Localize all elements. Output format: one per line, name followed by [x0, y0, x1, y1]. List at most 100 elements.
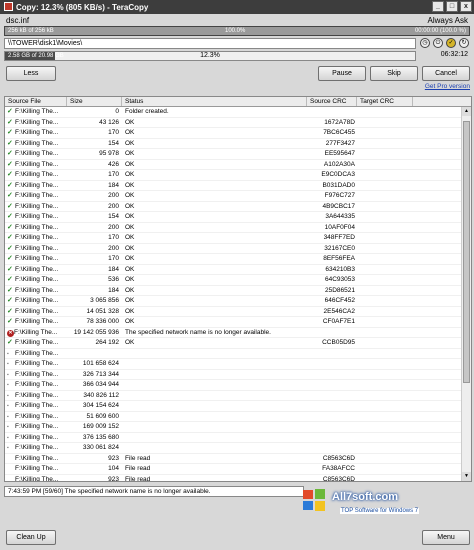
- row-target-crc: [357, 286, 413, 296]
- col-target-crc[interactable]: Target CRC: [357, 97, 413, 106]
- table-row[interactable]: F:\Killing The... 104 File read FA38AFCC: [5, 464, 461, 475]
- table-row[interactable]: ✓ F:\Killing The... 200 OK 4B9CBC17: [5, 202, 461, 212]
- pause-button[interactable]: Pause: [318, 66, 366, 81]
- vertical-scrollbar[interactable]: ▲ ▼: [461, 107, 471, 481]
- row-size: 51 609 600: [86, 412, 119, 420]
- table-row[interactable]: ✓ F:\Killing The... 170 OK E9C0DCA3: [5, 170, 461, 181]
- row-size: 264 192: [95, 339, 120, 346]
- row-target-crc: [357, 349, 413, 359]
- always-ask-dropdown[interactable]: Always Ask: [428, 16, 468, 25]
- check-icon: ✓: [7, 150, 13, 157]
- table-row[interactable]: ✓ F:\Killing The... 426 OK A102A30A: [5, 160, 461, 170]
- table-row[interactable]: ✓ F:\Killing The... 170 OK 8EF56FEA: [5, 254, 461, 265]
- get-pro-link[interactable]: Get Pro version: [425, 83, 470, 90]
- row-status: [122, 349, 307, 359]
- check-icon: ✓: [7, 255, 13, 262]
- table-row[interactable]: ▪ F:\Killing The... 340 826 112: [5, 391, 461, 401]
- check-icon[interactable]: ✓: [446, 38, 456, 48]
- table-row[interactable]: ✓ F:\Killing The... 264 192 OK CCB05D95: [5, 338, 461, 349]
- table-row[interactable]: ▪ F:\Killing The... 51 609 600: [5, 412, 461, 422]
- row-source-file: ✓ F:\Killing The...: [5, 275, 67, 285]
- row-source-file: ✓ F:\Killing The...: [5, 338, 67, 348]
- check-icon: ✓: [7, 139, 13, 147]
- check-icon: ✓: [7, 108, 13, 115]
- table-row[interactable]: ▪ F:\Killing The... 376 135 680: [5, 433, 461, 443]
- file-list: Source File Size Status Source CRC Targe…: [4, 96, 472, 482]
- row-source-file: ✓ F:\Killing The...: [5, 212, 67, 222]
- power-icon[interactable]: ⏻: [433, 38, 443, 48]
- row-size: 200: [108, 192, 119, 199]
- col-status[interactable]: Status: [122, 97, 307, 106]
- scroll-thumb[interactable]: [463, 121, 470, 383]
- col-size[interactable]: Size: [67, 97, 122, 106]
- clean-up-button[interactable]: Clean Up: [6, 530, 56, 545]
- row-status: OK: [125, 276, 135, 283]
- clock-icon[interactable]: ◷: [420, 38, 430, 48]
- table-row[interactable]: F:\Killing The... 923 File read C8563C6D: [5, 454, 461, 464]
- scroll-down-icon[interactable]: ▼: [462, 472, 471, 481]
- row-target-crc: [357, 191, 413, 201]
- row-status: [122, 412, 307, 422]
- row-target-crc: [357, 422, 413, 432]
- table-row[interactable]: ✓ F:\Killing The... 184 OK B031DAD0: [5, 181, 461, 191]
- cancel-button[interactable]: Cancel: [422, 66, 470, 81]
- table-row[interactable]: ✓ F:\Killing The... 154 OK 277F3427: [5, 139, 461, 149]
- row-size: 200: [108, 244, 119, 252]
- row-target-crc: [357, 223, 413, 233]
- table-row[interactable]: ✓ F:\Killing The... 3 065 856 OK 646CF452: [5, 296, 461, 307]
- col-source-crc[interactable]: Source CRC: [307, 97, 357, 106]
- windows-flag-icon: [303, 489, 325, 511]
- row-status: OK: [125, 297, 135, 304]
- close-button[interactable]: x: [460, 1, 472, 12]
- table-row[interactable]: ✓ F:\Killing The... 536 OK 64C93053: [5, 275, 461, 286]
- row-target-crc: [357, 265, 413, 275]
- table-row[interactable]: ▪ F:\Killing The...: [5, 349, 461, 359]
- row-file-name: F:\Killing The...: [15, 465, 59, 472]
- table-row[interactable]: ✓ F:\Killing The... 184 OK 25D86521: [5, 286, 461, 296]
- row-size: 43 126: [99, 118, 119, 126]
- table-row[interactable]: ▪ F:\Killing The... 326 713 344: [5, 370, 461, 380]
- row-file-name: F:\Killing The...: [15, 181, 59, 189]
- table-row[interactable]: ✓ F:\Killing The... 200 OK F976C727: [5, 191, 461, 202]
- table-row[interactable]: ✓ F:\Killing The... 170 OK 7BC6C455: [5, 128, 461, 139]
- row-source-crc: CCB05D95: [322, 339, 355, 346]
- table-row[interactable]: ✓ F:\Killing The... 200 OK 32167CE0: [5, 244, 461, 254]
- row-file-name: F:\Killing The...: [15, 108, 59, 115]
- target-path-field[interactable]: \\TOWER\disk1\Movies\: [4, 38, 416, 49]
- table-row[interactable]: ▪ F:\Killing The... 366 034 944: [5, 380, 461, 391]
- row-source-crc: [307, 401, 357, 411]
- check-icon: ✓: [7, 192, 13, 199]
- table-row[interactable]: ▪ F:\Killing The... 169 009 152: [5, 422, 461, 433]
- arrow-icon[interactable]: ↻: [459, 38, 469, 48]
- table-row[interactable]: F:\Killing The... 923 File read C8563C6D: [5, 475, 461, 482]
- table-row[interactable]: ✕F:\Killing The... 19 142 055 936 The spec…: [5, 328, 461, 338]
- row-source-crc: [307, 359, 357, 369]
- minimize-button[interactable]: _: [432, 1, 444, 12]
- row-source-crc: EE595647: [324, 150, 355, 157]
- table-row[interactable]: ▪ F:\Killing The... 304 154 624: [5, 401, 461, 412]
- table-row[interactable]: ✓ F:\Killing The... 14 051 328 OK 2E546CA2: [5, 307, 461, 317]
- table-row[interactable]: ✓ F:\Killing The... 43 126 OK 1672A78D: [5, 118, 461, 128]
- row-file-name: F:\Killing The...: [15, 360, 59, 367]
- scroll-up-icon[interactable]: ▲: [462, 107, 471, 116]
- table-row[interactable]: ✓ F:\Killing The... 154 OK 3A644335: [5, 212, 461, 223]
- table-row[interactable]: ▪ F:\Killing The... 330 061 824: [5, 443, 461, 454]
- skip-button[interactable]: Skip: [370, 66, 418, 81]
- maximize-button[interactable]: □: [446, 1, 458, 12]
- menu-button[interactable]: Menu: [422, 530, 470, 545]
- row-source-crc: 1672A78D: [324, 118, 355, 126]
- table-row[interactable]: ✓ F:\Killing The... 200 OK 10AF0F04: [5, 223, 461, 233]
- row-target-crc: [357, 160, 413, 170]
- table-row[interactable]: ✓ F:\Killing The... 95 978 OK EE595647: [5, 149, 461, 160]
- table-row[interactable]: ✓ F:\Killing The... 0 Folder created.: [5, 107, 461, 118]
- row-target-crc: [357, 202, 413, 212]
- row-source-crc: 64C93053: [325, 276, 355, 283]
- table-row[interactable]: ✓ F:\Killing The... 78 336 000 OK CF0AF7E1: [5, 317, 461, 328]
- col-source-file[interactable]: Source File: [5, 97, 67, 106]
- less-button[interactable]: Less: [6, 66, 56, 81]
- table-row[interactable]: ✓ F:\Killing The... 184 OK 634210B3: [5, 265, 461, 275]
- table-row[interactable]: ▪ F:\Killing The... 101 658 624: [5, 359, 461, 370]
- status-bar: 7:43:59 PM [59/60] The specified network…: [4, 486, 304, 497]
- table-row[interactable]: ✓ F:\Killing The... 170 OK 348FF7ED: [5, 233, 461, 244]
- row-file-name: F:\Killing The...: [15, 391, 59, 399]
